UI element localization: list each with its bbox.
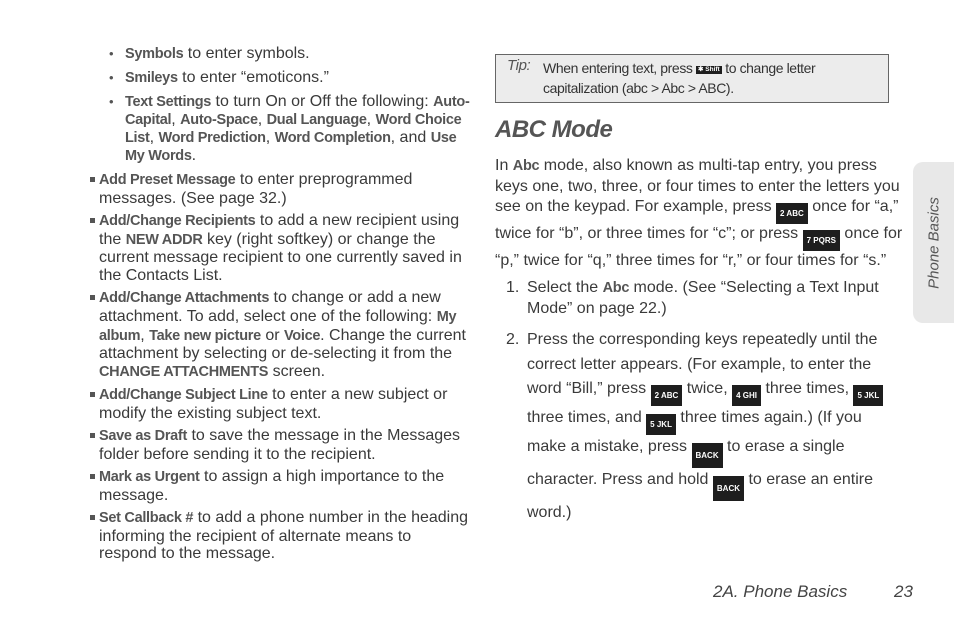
steps-list: 1. Select the Abc mode. (See “Selecting a…: [495, 278, 905, 525]
shift-key-icon: ✱ Shift: [696, 66, 722, 74]
description: screen.: [268, 363, 326, 381]
tip-box: Tip: When entering text, press ✱ Shift t…: [495, 54, 889, 103]
list-item: Smileys to enter “emoticons.”: [107, 69, 472, 87]
option: Voice: [284, 327, 321, 344]
key-2-icon: 2 ABC: [650, 384, 683, 406]
text: twice,: [682, 379, 733, 397]
screen-name: CHANGE ATTACHMENTS: [99, 364, 269, 381]
term: Text Settings: [125, 94, 212, 110]
softkey-label: NEW ADDR: [125, 231, 203, 248]
back-key-icon: BACK: [712, 475, 744, 501]
term: Add/Change Attachments: [99, 290, 270, 307]
square-bullet-icon: [90, 514, 95, 520]
text: In: [495, 157, 513, 174]
conjunction: and: [399, 129, 431, 146]
option-list: Add Preset Message to enter preprogramme…: [90, 171, 472, 563]
tip-text: When entering text, press ✱ Shift to cha…: [543, 58, 883, 98]
tip-text-part: When entering text, press: [543, 60, 697, 76]
list-item: Save as Draft to save the message in the…: [90, 427, 472, 463]
conjunction: or: [260, 326, 284, 344]
key-7-icon: 7 PQRS: [802, 229, 840, 251]
text: Select the: [527, 279, 603, 297]
list-item: Add/Change Attachments to change or add …: [90, 289, 472, 382]
key-5-icon: 5 JKL: [646, 413, 676, 435]
chapter-tab-label: Phone Basics: [925, 196, 942, 289]
description: to turn On or Off the following:: [211, 93, 434, 110]
mode-name: Abc: [602, 280, 630, 297]
step-number: 1.: [506, 279, 520, 297]
text: three times,: [761, 379, 854, 397]
square-bullet-icon: [90, 474, 95, 480]
right-column: Tip: When entering text, press ✱ Shift t…: [495, 54, 905, 535]
term: Add/Change Recipients: [99, 212, 256, 229]
step-number: 2.: [506, 331, 520, 349]
intro-paragraph: In Abc mode, also known as multi-tap ent…: [495, 156, 905, 270]
left-column: Symbols to enter symbols. Smileys to ent…: [90, 45, 472, 568]
step-item: 1. Select the Abc mode. (See “Selecting a…: [495, 278, 905, 318]
step-item: 2. Press the corresponding keys repeatedl…: [495, 328, 905, 525]
key-5-icon: 5 JKL: [853, 384, 884, 406]
square-bullet-icon: [90, 217, 95, 223]
sub-option-list: Symbols to enter symbols. Smileys to ent…: [107, 45, 472, 165]
term: Add/Change Subject Line: [99, 387, 268, 404]
option: Dual Language: [266, 112, 367, 128]
square-bullet-icon: [90, 295, 95, 301]
description: to enter symbols.: [183, 45, 310, 62]
term: Set Callback #: [99, 509, 194, 526]
list-item: Add Preset Message to enter preprogramme…: [90, 171, 472, 207]
option: Word Completion: [274, 130, 391, 146]
square-bullet-icon: [90, 177, 95, 182]
mode-name: Abc: [512, 158, 540, 174]
square-bullet-icon: [90, 433, 95, 439]
key-4-icon: 4 GHI: [732, 384, 761, 406]
chapter-side-tab: Phone Basics: [913, 162, 954, 323]
square-bullet-icon: [90, 392, 95, 398]
term: Smileys: [125, 70, 178, 86]
term: Add Preset Message: [99, 172, 236, 188]
key-2-icon: 2 ABC: [776, 202, 808, 224]
option: Auto-Space: [180, 112, 258, 128]
term: Save as Draft: [99, 428, 187, 445]
tip-label: Tip:: [507, 57, 531, 74]
page-number: 23: [894, 582, 913, 601]
list-item: Set Callback # to add a phone number in …: [90, 509, 472, 563]
list-item: Mark as Urgent to assign a high importan…: [90, 468, 472, 504]
list-item: Symbols to enter symbols.: [107, 45, 472, 63]
term: Symbols: [125, 46, 184, 62]
text: three times, and: [527, 408, 647, 426]
back-key-icon: BACK: [691, 442, 723, 468]
term: Mark as Urgent: [99, 469, 200, 486]
list-item: Add/Change Recipients to add a new recip…: [90, 212, 472, 285]
description: to enter “emoticons.”: [177, 69, 329, 86]
list-item: Add/Change Subject Line to enter a new s…: [90, 386, 472, 422]
option: Take new picture: [149, 327, 261, 344]
list-item: Text Settings to turn On or Off the foll…: [107, 93, 472, 165]
section-heading: ABC Mode: [495, 116, 613, 143]
option: Word Prediction: [158, 130, 266, 146]
footer-section-title: 2A. Phone Basics: [713, 582, 848, 601]
